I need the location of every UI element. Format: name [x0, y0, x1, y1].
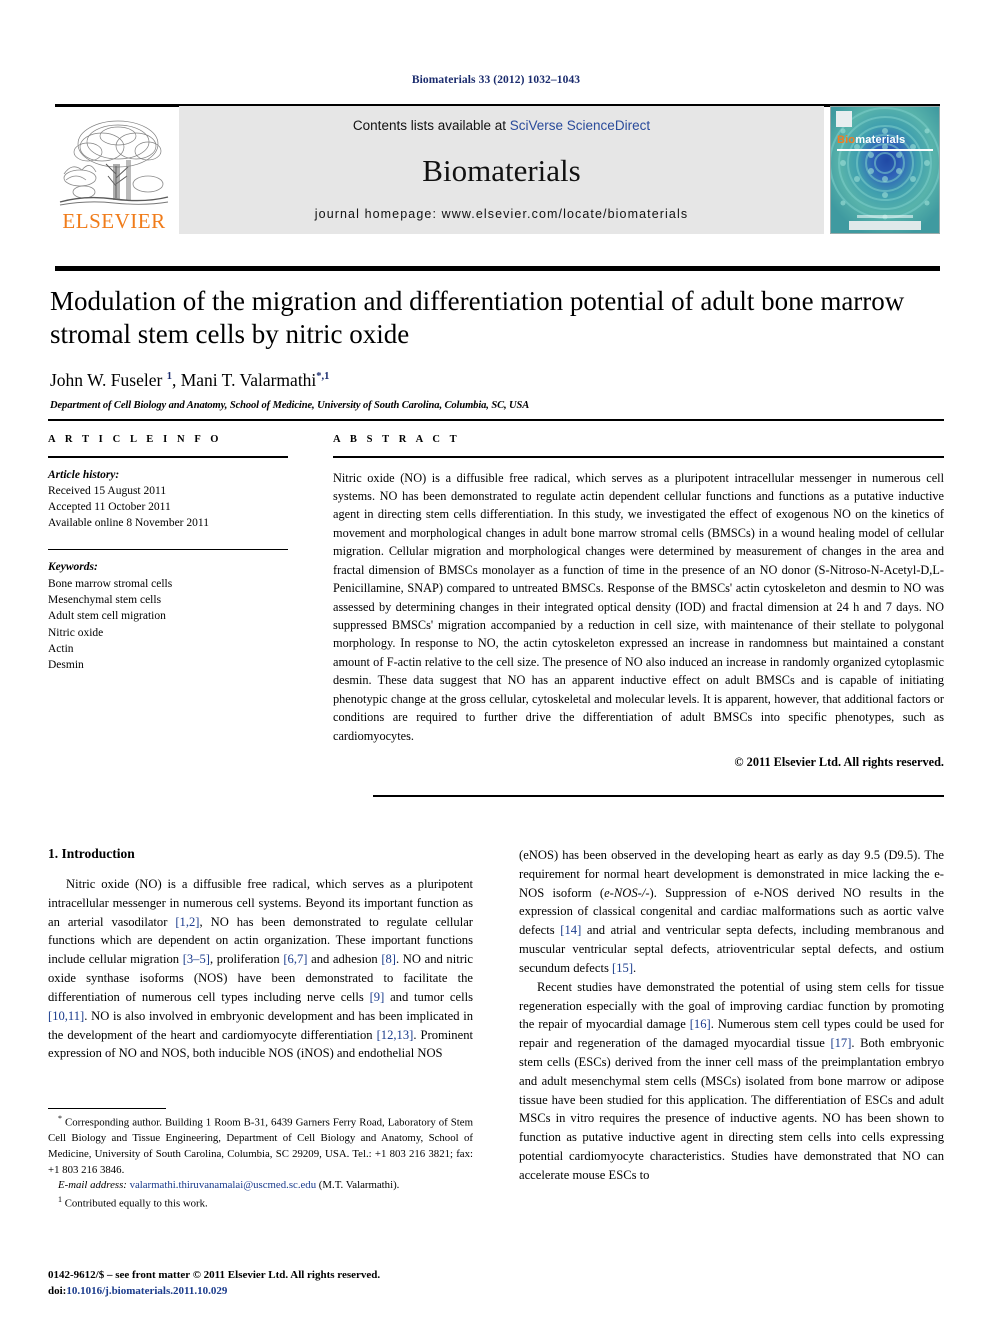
keyword-item: Nitric oxide [48, 626, 104, 639]
journal-article-page: Biomaterials 33 (2012) 1032–1043 ELSEVIE… [0, 0, 992, 1323]
doi-prefix: doi: [48, 1284, 67, 1297]
cover-brand-bio: Bio [837, 134, 856, 146]
section-heading-introduction: 1. Introduction [48, 846, 135, 861]
journal-homepage-line[interactable]: journal homepage: www.elsevier.com/locat… [315, 207, 688, 221]
article-info-rule [48, 456, 288, 458]
keywords-label: Keywords: [48, 561, 98, 574]
running-head: Biomaterials 33 (2012) 1032–1043 [411, 74, 581, 86]
cover-elsevier-mark [836, 111, 852, 127]
abstract-rule [333, 456, 944, 458]
cover-brand-materials: materials [855, 134, 906, 146]
info-abstract-row: A R T I C L E I N F O Article history: R… [48, 434, 944, 770]
info-section-top-rule [48, 419, 944, 421]
imprint-front-matter: 0142-9612/$ – see front matter © 2011 El… [48, 1269, 381, 1281]
journal-cover-thumbnail[interactable]: Biomaterials [830, 106, 940, 234]
author-list: John W. Fuseler 1, Mani T. Valarmathi*,1 [50, 369, 330, 390]
affiliation: Department of Cell Biology and Anatomy, … [50, 399, 530, 411]
journal-title: Biomaterials [422, 152, 581, 188]
abstract-heading: A B S T R A C T [333, 434, 461, 445]
history-item: Available online 8 November 2011 [48, 517, 209, 530]
contents-available-line: Contents lists available at SciVerse Sci… [353, 118, 650, 133]
keyword-item: Adult stem cell migration [48, 610, 166, 623]
cover-footer-block [849, 221, 921, 230]
elsevier-wordmark: ELSEVIER [62, 209, 166, 233]
abstract-text: Nitric oxide (NO) is a diffusible free r… [333, 470, 944, 743]
sciencedirect-link[interactable]: SciVerse ScienceDirect [510, 118, 650, 133]
journal-masthead: ELSEVIER Contents lists available at Sci… [55, 106, 940, 234]
body-column-right: (eNOS) has been observed in the developi… [519, 846, 944, 1276]
article-history-label: Article history: [48, 468, 120, 481]
footnote-block: * Corresponding author. Building 1 Room … [48, 1113, 473, 1212]
history-item: Accepted 11 October 2011 [48, 501, 171, 514]
abstract-bottom-rule [373, 795, 944, 797]
footnote-separator [48, 1108, 166, 1110]
imprint-block: 0142-9612/$ – see front matter © 2011 El… [48, 1268, 488, 1300]
imprint-doi: doi:10.1016/j.biomaterials.2011.10.029 [48, 1284, 488, 1300]
title-block: Modulation of the migration and differen… [50, 285, 942, 411]
keyword-item: Mesenchymal stem cells [48, 593, 162, 606]
masthead-center-panel: Contents lists available at SciVerse Sci… [179, 106, 824, 234]
page-title: Modulation of the migration and differen… [50, 286, 905, 349]
elsevier-logo: ELSEVIER [55, 106, 173, 234]
footnote-email[interactable]: E-mail address: valarmathi.thiruvanamala… [48, 1178, 473, 1194]
abstract-copyright: © 2011 Elsevier Ltd. All rights reserved… [734, 755, 944, 770]
keywords-group: Keywords: Bone marrow stromal cells Mese… [48, 559, 288, 673]
keyword-item: Actin [48, 642, 74, 655]
contents-prefix: Contents lists available at [352, 118, 510, 133]
article-info-heading: A R T I C L E I N F O [48, 434, 223, 445]
cover-brand: Biomaterials [837, 134, 905, 146]
doi-link[interactable]: 10.1016/j.biomaterials.2011.10.029 [66, 1285, 227, 1297]
intro-paragraph-right-2: Recent studies have demonstrated the pot… [519, 979, 944, 1182]
masthead-bottom-rule [55, 266, 940, 271]
history-item: Received 15 August 2011 [48, 484, 167, 497]
keyword-item: Bone marrow stromal cells [48, 577, 173, 590]
footnote-corresponding-author: * Corresponding author. Building 1 Room … [48, 1114, 473, 1176]
abstract-column: A B S T R A C T Nitric oxide (NO) is a d… [333, 434, 944, 770]
article-history-group: Article history: Received 15 August 2011… [48, 467, 288, 532]
keywords-rule [48, 548, 288, 551]
intro-paragraph-right-1: (eNOS) has been observed in the developi… [519, 848, 945, 975]
elsevier-tree-icon [58, 114, 170, 210]
cover-divider [837, 149, 933, 151]
cover-footer-line [857, 215, 913, 218]
keyword-item: Desmin [48, 659, 84, 672]
footnote-equal-contribution: 1 Contributed equally to this work. [58, 1194, 208, 1210]
intro-paragraph-left: Nitric oxide (NO) is a diffusible free r… [48, 877, 474, 1061]
article-info-column: A R T I C L E I N F O Article history: R… [48, 434, 288, 770]
